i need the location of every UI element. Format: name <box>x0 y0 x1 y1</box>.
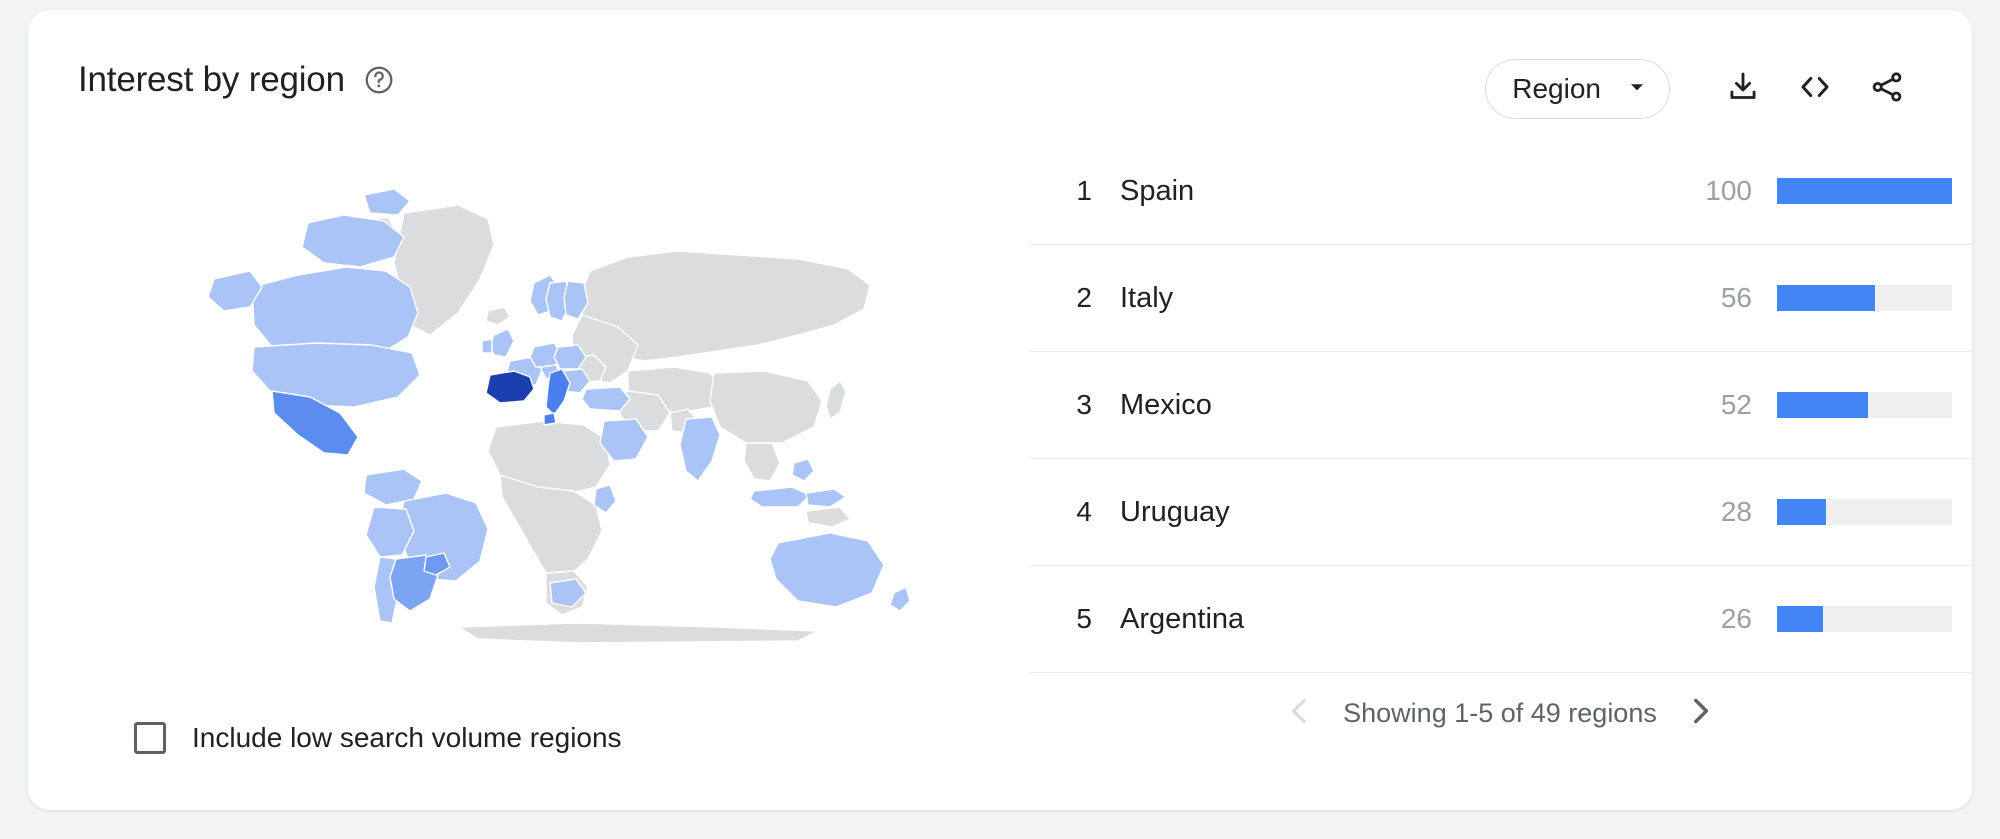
row-bar-track <box>1777 392 1952 418</box>
row-value: 28 <box>1720 496 1752 527</box>
row-rank: 3 <box>1076 389 1092 420</box>
choropleth-world-map[interactable] <box>158 175 918 645</box>
card-header: Interest by region Region <box>28 10 1972 130</box>
world-map-pane <box>28 130 1028 690</box>
chevron-down-icon <box>1627 77 1647 102</box>
row-region-name: Uruguay <box>1120 495 1230 528</box>
row-value: 100 <box>1705 175 1752 206</box>
include-low-volume-label: Include low search volume regions <box>192 722 622 753</box>
row-rank: 1 <box>1076 175 1092 206</box>
table-row[interactable]: 3 Mexico 52 <box>1028 352 1972 459</box>
row-bar-track <box>1777 499 1952 525</box>
page-title: Interest by region <box>78 60 345 99</box>
table-row[interactable]: 1 Spain 100 <box>1028 138 1972 245</box>
row-region-name: Spain <box>1120 174 1195 207</box>
row-bar-fill <box>1777 285 1875 311</box>
embed-button[interactable] <box>1784 58 1846 120</box>
row-rank: 4 <box>1076 496 1092 527</box>
title-group: Interest by region <box>78 60 395 100</box>
table-row[interactable]: 2 Italy 56 <box>1028 245 1972 352</box>
table-row[interactable]: 4 Uruguay 28 <box>1028 459 1972 566</box>
help-circle-icon[interactable] <box>363 64 395 96</box>
row-bar-fill <box>1777 392 1868 418</box>
include-low-volume-checkbox[interactable]: Include low search volume regions <box>134 722 622 754</box>
chevron-right-icon[interactable] <box>1683 694 1717 733</box>
pagination-controls: Showing 1-5 of 49 regions <box>1028 683 1972 743</box>
row-bar-fill <box>1777 499 1826 525</box>
table-row[interactable]: 5 Argentina 26 <box>1028 566 1972 673</box>
row-region-name: Mexico <box>1120 388 1212 421</box>
row-bar-track <box>1777 606 1952 632</box>
share-icon <box>1869 69 1905 110</box>
download-button[interactable] <box>1712 58 1774 120</box>
row-rank: 5 <box>1076 603 1092 634</box>
row-value: 56 <box>1720 282 1752 313</box>
checkbox-box[interactable] <box>134 722 166 754</box>
row-bar-fill <box>1777 178 1952 204</box>
region-selector-dropdown[interactable]: Region <box>1485 59 1670 119</box>
share-button[interactable] <box>1856 58 1918 120</box>
pagination-status: Showing 1-5 of 49 regions <box>1343 697 1657 728</box>
chevron-left-icon[interactable] <box>1283 694 1317 733</box>
embed-code-icon <box>1796 68 1834 111</box>
row-bar-fill <box>1777 606 1823 632</box>
download-icon <box>1725 69 1761 110</box>
row-value: 52 <box>1720 389 1752 420</box>
interest-by-region-card: Interest by region Region Include low se… <box>28 10 1972 810</box>
row-value: 26 <box>1720 603 1752 634</box>
region-ranking-list: 1 Spain 100 2 Italy 56 3 Mexico 52 4 Uru… <box>1028 138 1972 728</box>
row-region-name: Argentina <box>1120 602 1245 635</box>
row-bar-track <box>1777 285 1952 311</box>
card-toolbar: Region <box>1485 58 1918 120</box>
region-selector-label: Region <box>1512 73 1601 104</box>
row-region-name: Italy <box>1120 281 1174 314</box>
row-bar-track <box>1777 178 1952 204</box>
row-rank: 2 <box>1076 282 1092 313</box>
